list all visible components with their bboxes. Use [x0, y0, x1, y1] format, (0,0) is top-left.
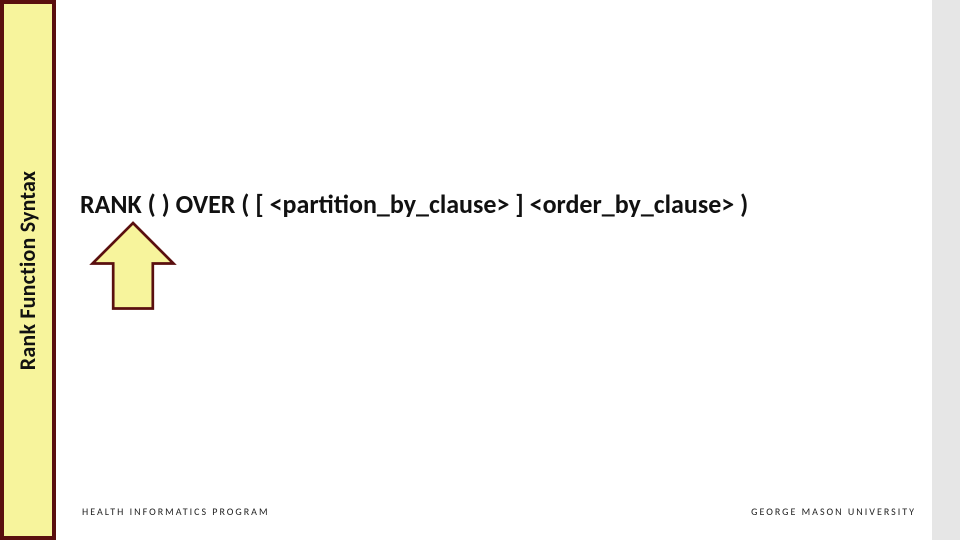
- syntax-text: RANK ( ) OVER ( [ <partition_by_clause> …: [80, 188, 920, 220]
- right-decor-strip: [932, 0, 960, 540]
- slide: Rank Function Syntax RANK ( ) OVER ( [ <…: [0, 0, 960, 540]
- footer-right: GEORGE MASON UNIVERSITY: [751, 505, 916, 518]
- sidebar-title-box: Rank Function Syntax: [0, 0, 56, 540]
- footer-left: HEALTH INFORMATICS PROGRAM: [82, 505, 270, 518]
- up-arrow-shape: [93, 223, 174, 309]
- up-arrow-icon: [88, 218, 178, 318]
- sidebar-title: Rank Function Syntax: [15, 170, 42, 369]
- content-area: RANK ( ) OVER ( [ <partition_by_clause> …: [80, 188, 920, 220]
